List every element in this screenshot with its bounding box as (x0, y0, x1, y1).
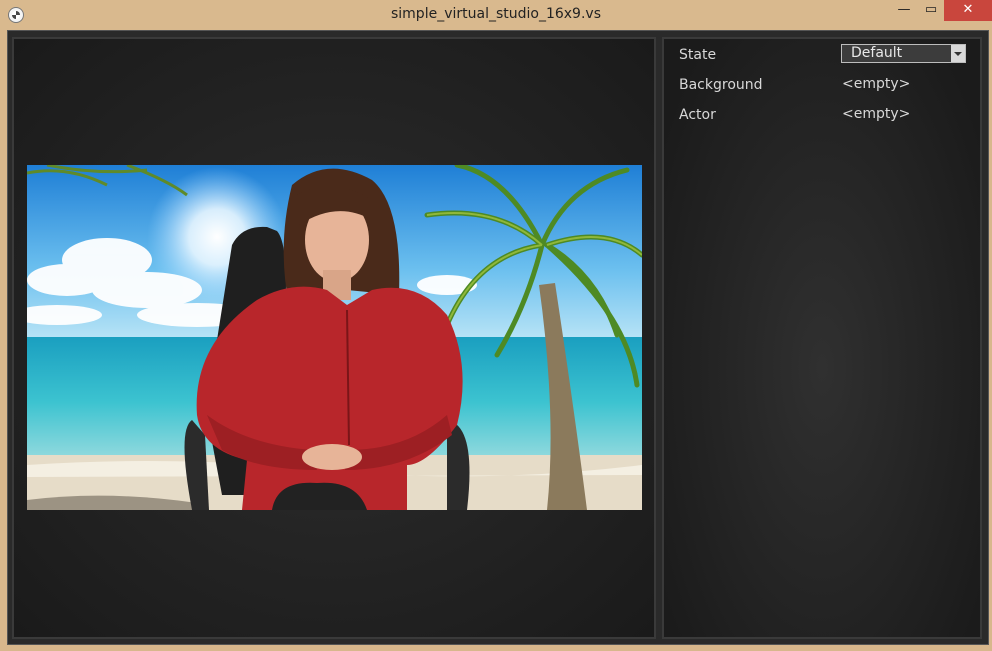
app-window: simple_virtual_studio_16x9.vs — ▭ ✕ Stat… (0, 0, 992, 651)
actor-value[interactable]: <empty> (842, 106, 910, 122)
state-dropdown-value: Default (851, 45, 903, 61)
background-value[interactable]: <empty> (842, 76, 910, 92)
minimize-button[interactable]: — (890, 0, 918, 21)
preview-image (27, 165, 642, 510)
background-label: Background (679, 77, 763, 93)
title-bar[interactable]: simple_virtual_studio_16x9.vs — ▭ ✕ (0, 0, 992, 30)
window-title: simple_virtual_studio_16x9.vs (390, 6, 601, 22)
virtual-studio-scene (27, 165, 642, 510)
maximize-button[interactable]: ▭ (918, 0, 944, 21)
state-dropdown[interactable]: Default (841, 44, 966, 63)
actor-label: Actor (679, 107, 716, 123)
close-button[interactable]: ✕ (944, 0, 992, 21)
state-label: State (679, 47, 717, 63)
properties-panel: State Default Background <empty> Actor <… (662, 37, 982, 639)
chevron-down-icon[interactable] (951, 45, 965, 62)
